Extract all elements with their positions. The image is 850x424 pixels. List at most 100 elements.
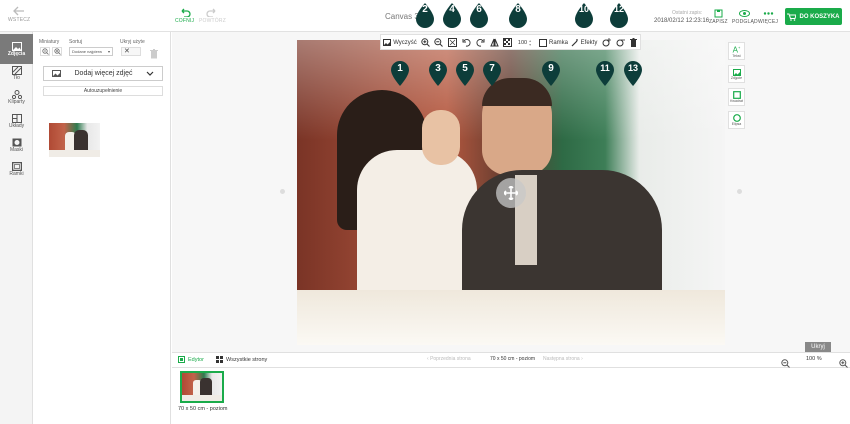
clear-button[interactable]: Wyczyść [382, 36, 418, 49]
pin-number: 4 [449, 4, 455, 15]
fit-button[interactable] [446, 36, 458, 49]
rotate-left-button[interactable] [460, 36, 472, 49]
frame-toggle[interactable]: Ramka [538, 36, 569, 49]
thumbnails-label: Miniatury [39, 39, 60, 45]
callout-pin-6: 6 [469, 2, 489, 29]
zoom-out-thumbs-button[interactable] [40, 47, 50, 56]
flip-button[interactable] [488, 36, 500, 49]
zoom-in-thumbs-button[interactable] [52, 47, 62, 56]
magic-wand-icon [571, 38, 578, 46]
zoom-in-button[interactable] [419, 36, 431, 49]
hide-used-toggle[interactable]: ✕ [121, 47, 141, 56]
effects-button[interactable]: Efekty [570, 36, 598, 49]
editor-icon [178, 356, 185, 363]
add-photos-label: Dodaj więcej zdjęć [74, 70, 133, 77]
zoom-out-icon [781, 359, 790, 368]
bring-forward-button[interactable] [600, 36, 612, 49]
callout-pin-8: 8 [508, 2, 528, 29]
pin-number: 8 [515, 4, 521, 15]
opacity-button[interactable] [501, 36, 513, 49]
undo-button[interactable]: COFNIJ [175, 8, 194, 24]
prev-page-button[interactable]: ‹ Poprzednia strona [427, 356, 471, 362]
pin-number: 7 [489, 63, 495, 74]
add-photos-button[interactable]: Dodaj więcej zdjęć [43, 66, 163, 81]
move-handle[interactable] [496, 178, 526, 208]
autofill-label: Autouzupełnienie [83, 88, 123, 94]
pin-number: 3 [435, 63, 441, 74]
page-thumbnail[interactable] [180, 371, 224, 403]
delete-element-button[interactable] [627, 36, 639, 49]
more-button[interactable]: WIĘCEJ [758, 9, 778, 25]
callout-pin-3: 3 [428, 60, 448, 87]
frame-label: Ramka [548, 39, 568, 46]
zoom-out-button[interactable] [432, 36, 444, 49]
pin-number: 5 [462, 63, 468, 74]
preview-button[interactable]: PODGLĄD [732, 9, 758, 25]
more-label: WIĘCEJ [758, 19, 779, 25]
callout-pin-4: 4 [442, 2, 462, 29]
chevron-right-icon: › [579, 356, 583, 362]
save-label: ZAPISZ [709, 19, 728, 25]
callout-pin-9: 9 [541, 60, 561, 87]
tab-editor[interactable]: Edytor [178, 356, 204, 363]
tool-label: Kwadrat [730, 99, 743, 103]
close-icon: ✕ [124, 48, 130, 55]
frame-icon [11, 161, 22, 171]
back-button[interactable]: WSTECZ [8, 6, 30, 23]
save-button[interactable]: ZAPISZ [709, 9, 728, 25]
canvas-right-handle[interactable] [737, 189, 742, 194]
image-icon [732, 68, 741, 76]
tool-square[interactable]: Kwadrat [728, 88, 745, 106]
tool-text[interactable]: A+ Tekst [728, 42, 745, 60]
undo-label: COFNIJ [175, 18, 195, 24]
photo-thumbnail[interactable] [49, 123, 100, 157]
tool-label: Elipsa [731, 122, 742, 126]
pin-number: 9 [548, 63, 554, 74]
hide-label: Ukryj [811, 344, 825, 350]
hide-used-label: Ukryj użyte [120, 39, 145, 45]
cart-button[interactable]: DO KOSZYKA [785, 8, 842, 25]
redo-button[interactable]: POWTÓRZ [199, 8, 226, 24]
tool-ellipse[interactable]: Elipsa [728, 111, 745, 129]
tab-all-pages[interactable]: Wszystkie strony [216, 356, 267, 363]
autofill-button[interactable]: Autouzupełnienie [43, 86, 163, 96]
rotate-right-icon [475, 39, 484, 47]
stepper-arrows-icon: ▴ ▾ [529, 37, 532, 47]
square-icon [732, 91, 741, 99]
fit-icon [447, 38, 457, 47]
next-page-button[interactable]: Następna strona › [543, 356, 583, 362]
chevron-down-icon [146, 71, 154, 76]
callout-pin-2: 2 [415, 2, 435, 29]
callout-pin-10: 10 [574, 2, 594, 29]
rotate-right-button[interactable] [474, 36, 486, 49]
nav-label: Tło [13, 74, 20, 81]
canvas-left-handle[interactable] [280, 189, 285, 194]
arrow-left-icon [13, 6, 25, 16]
more-dots-icon [763, 12, 773, 15]
zoom-level: 100 % [806, 356, 822, 362]
pin-number: 11 [600, 63, 610, 73]
delete-photos-button[interactable] [150, 46, 158, 64]
nav-item-frames[interactable]: Ramki [0, 154, 33, 184]
sort-select[interactable]: Dodane najpierw ▾ [69, 47, 113, 56]
cart-label: DO KOSZYKA [799, 13, 840, 20]
checkbox-icon [538, 38, 547, 47]
undo-icon [181, 8, 191, 17]
nav-label: Układy [8, 122, 25, 129]
callout-pin-7: 7 [482, 60, 502, 87]
clear-label: Wyczyść [393, 39, 417, 46]
clipart-icon [11, 89, 22, 99]
tool-image[interactable]: Zdjęcie [728, 65, 745, 83]
prev-label: Poprzednia strona [430, 356, 471, 362]
hide-button[interactable]: Ukryj [805, 342, 831, 352]
page-thumbnail-label: 70 x 50 cm - poziom [178, 406, 228, 412]
opacity-icon [502, 38, 512, 47]
send-backward-button[interactable] [614, 36, 626, 49]
mask-icon [12, 138, 21, 146]
move-arrows-icon [504, 186, 518, 200]
opacity-value: 100 [517, 39, 528, 46]
opacity-value-input[interactable]: 100 ▴ ▾ [513, 36, 536, 49]
redo-label: POWTÓRZ [199, 18, 226, 24]
tool-label: Tekst [732, 54, 741, 59]
effects-label: Efekty [580, 39, 598, 46]
